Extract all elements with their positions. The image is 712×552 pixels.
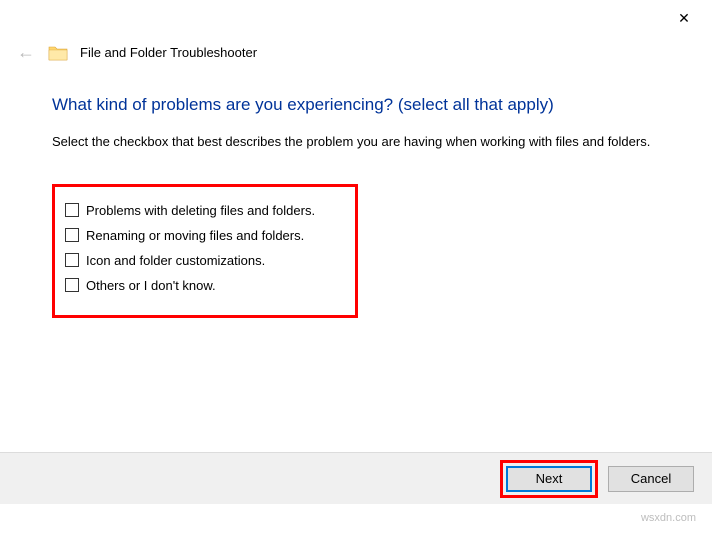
checkbox-icon[interactable] (65, 228, 79, 242)
close-icon: ✕ (678, 10, 690, 27)
option-customizations[interactable]: Icon and folder customizations. (65, 253, 339, 268)
next-highlight: Next (500, 460, 598, 498)
option-label: Others or I don't know. (86, 278, 216, 293)
option-deleting[interactable]: Problems with deleting files and folders… (65, 203, 339, 218)
options-group: Problems with deleting files and folders… (52, 184, 358, 318)
checkbox-icon[interactable] (65, 253, 79, 267)
back-icon: ← (16, 42, 36, 63)
titlebar: ✕ (0, 0, 712, 34)
content-area: What kind of problems are you experienci… (0, 67, 712, 318)
option-label: Renaming or moving files and folders. (86, 228, 304, 243)
checkbox-icon[interactable] (65, 278, 79, 292)
option-others[interactable]: Others or I don't know. (65, 278, 339, 293)
option-label: Icon and folder customizations. (86, 253, 265, 268)
option-label: Problems with deleting files and folders… (86, 203, 315, 218)
cancel-button[interactable]: Cancel (608, 466, 694, 492)
header-title: File and Folder Troubleshooter (80, 45, 257, 60)
checkbox-icon[interactable] (65, 203, 79, 217)
button-bar: Next Cancel (0, 452, 712, 504)
folder-icon (48, 44, 68, 62)
option-renaming[interactable]: Renaming or moving files and folders. (65, 228, 339, 243)
close-button[interactable]: ✕ (664, 4, 704, 32)
page-heading: What kind of problems are you experienci… (52, 95, 668, 115)
header: ← File and Folder Troubleshooter (0, 34, 712, 67)
next-button[interactable]: Next (506, 466, 592, 492)
page-description: Select the checkbox that best describes … (52, 133, 668, 152)
watermark: wsxdn.com (641, 512, 696, 524)
